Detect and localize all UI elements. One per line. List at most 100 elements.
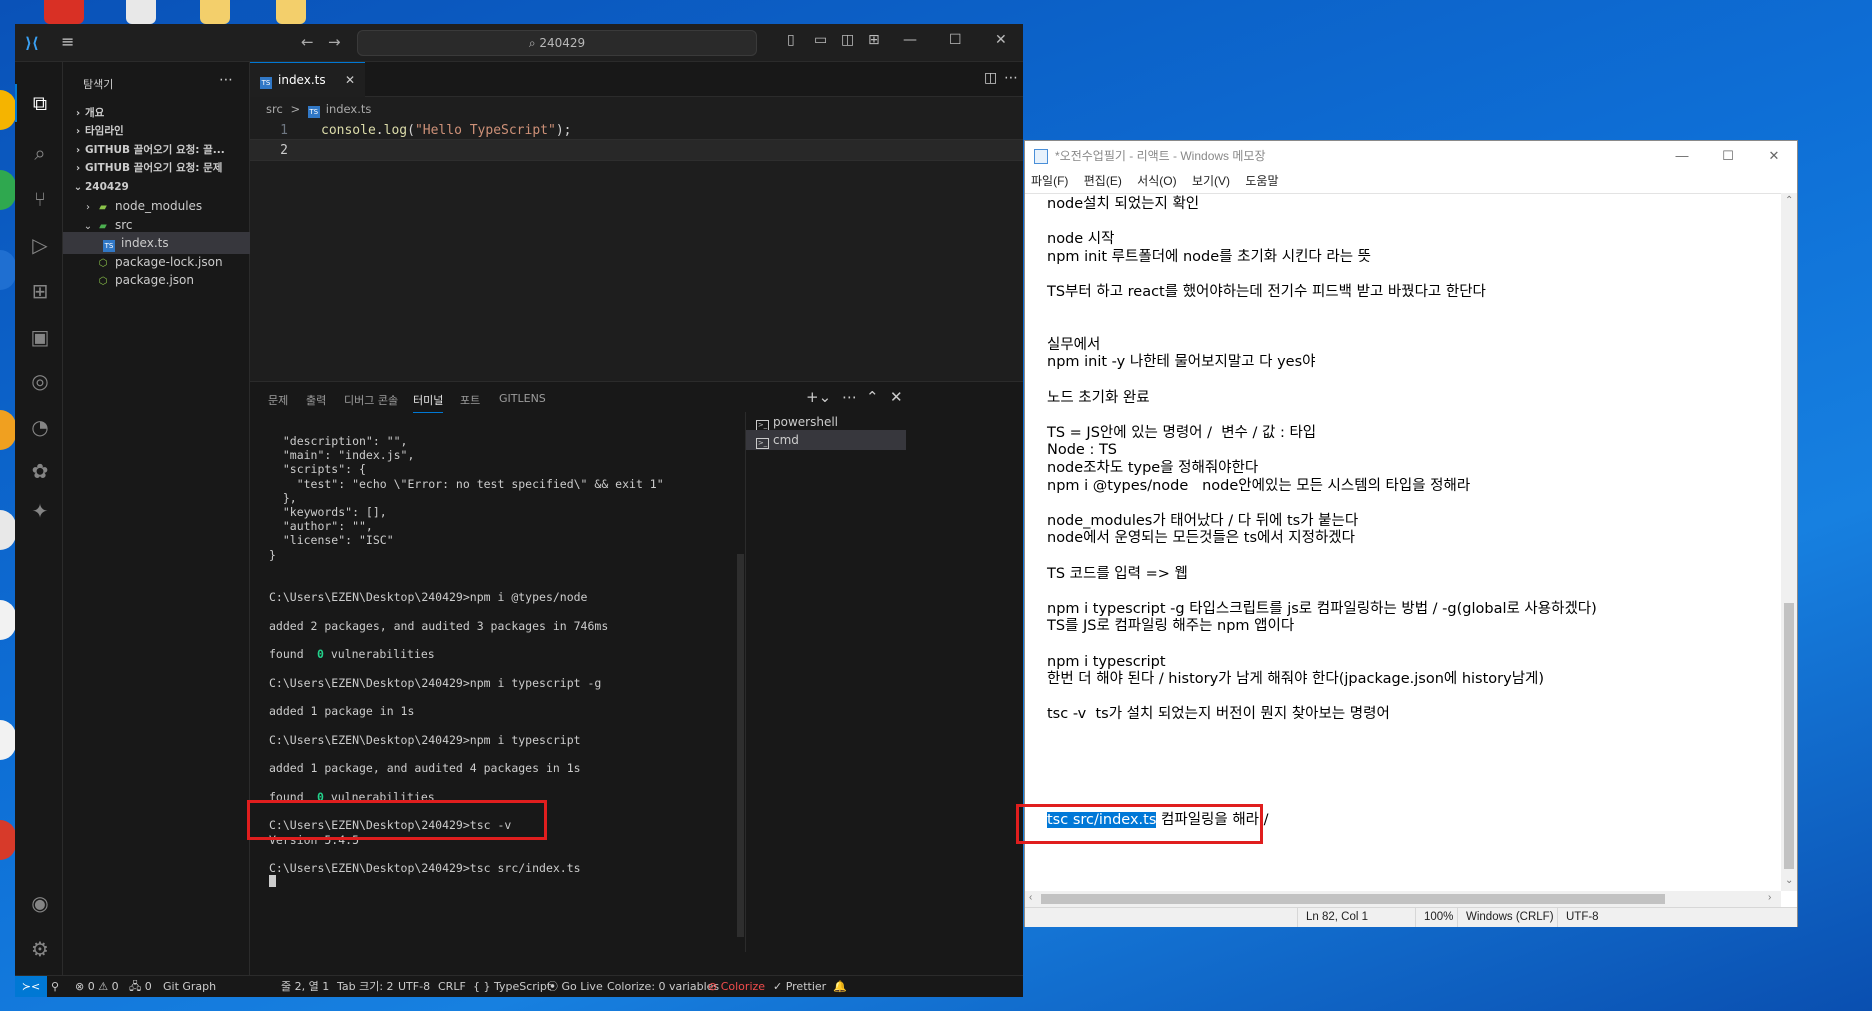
close-button[interactable]: ✕ xyxy=(1751,141,1797,171)
desktop-icon[interactable] xyxy=(126,0,156,24)
scroll-thumb[interactable] xyxy=(1041,894,1665,904)
accounts-icon[interactable]: ◉ xyxy=(27,890,53,916)
close-panel-icon[interactable]: ✕ xyxy=(890,388,903,406)
cursor-position[interactable]: 줄 2, 열 1 xyxy=(281,976,329,997)
terminal-list: >_ powershell >_ cmd xyxy=(745,412,906,952)
menu-view[interactable]: 보기(V) xyxy=(1192,174,1230,188)
toggle-panel-icon[interactable]: ▭ xyxy=(814,32,827,48)
desktop-icon[interactable] xyxy=(200,0,230,24)
explorer-icon[interactable]: ⧉ xyxy=(27,90,53,116)
prettier-status[interactable]: ✓ Prettier xyxy=(773,976,826,997)
colorize-variables[interactable]: Colorize: 0 variables xyxy=(607,976,719,997)
figma-icon[interactable]: ✿ xyxy=(27,458,53,484)
tab-size[interactable]: Tab 크기: 2 xyxy=(337,976,394,997)
split-editor-icon[interactable]: ◫ xyxy=(984,70,997,86)
maximize-button[interactable]: ☐ xyxy=(949,32,962,48)
tab-output[interactable]: 출력 xyxy=(306,392,326,408)
language-mode[interactable]: { } TypeScript xyxy=(473,976,551,997)
tab-gitlens[interactable]: GITLENS xyxy=(499,392,546,405)
terminal-item-cmd[interactable]: >_ cmd xyxy=(746,430,906,450)
desktop-icon[interactable] xyxy=(0,90,16,130)
menu-file[interactable]: 파일(F) xyxy=(1031,174,1068,188)
terminal-cursor xyxy=(269,875,276,889)
problems-status[interactable]: ⊗ 0 ⚠ 0 xyxy=(75,976,119,997)
terminal-line: added 1 package, and audited 4 packages … xyxy=(269,761,581,776)
more-actions-icon[interactable]: ⋯ xyxy=(1004,70,1018,86)
toggle-secondary-sidebar-icon[interactable]: ◫ xyxy=(841,32,854,48)
breadcrumb-file[interactable]: index.ts xyxy=(326,102,372,116)
menu-edit[interactable]: 편집(E) xyxy=(1084,174,1122,188)
new-terminal-icon[interactable]: +⌄ xyxy=(806,388,831,406)
gitlens-icon[interactable]: ◎ xyxy=(27,368,53,394)
terminal-line: "scripts": { xyxy=(269,462,366,477)
ai-tools-icon[interactable]: ✦ xyxy=(27,498,53,524)
more-actions-icon[interactable]: ⋯ xyxy=(219,72,233,88)
timeline-icon[interactable]: ◔ xyxy=(27,414,53,440)
desktop-edge xyxy=(0,0,16,1011)
colorize-button[interactable]: ⊘ Colorize xyxy=(708,976,765,997)
desktop-icon[interactable] xyxy=(0,510,16,550)
menu-icon[interactable]: ≡ xyxy=(61,32,74,51)
menu-format[interactable]: 서식(O) xyxy=(1137,174,1176,188)
zoom-level: 100% xyxy=(1415,908,1457,927)
command-center-search[interactable]: ⌕ 240429 xyxy=(357,30,757,56)
back-icon[interactable]: ← xyxy=(301,33,314,51)
more-actions-icon[interactable]: ⋯ xyxy=(842,388,857,406)
terminal-scrollbar[interactable] xyxy=(737,554,744,937)
remote-explorer-icon[interactable]: ▣ xyxy=(27,324,53,350)
git-icon[interactable]: ⚲ xyxy=(51,976,59,997)
run-debug-icon[interactable]: ▷ xyxy=(27,232,53,258)
notepad-title: *오전수업필기 - 리액트 - Windows 메모장 xyxy=(1055,149,1266,163)
minimize-button[interactable]: — xyxy=(1659,141,1705,171)
notifications-icon[interactable]: 🔔 xyxy=(833,976,847,997)
desktop-icon[interactable] xyxy=(0,170,16,210)
toggle-sidebar-icon[interactable]: ▯ xyxy=(787,32,795,48)
desktop-icon[interactable] xyxy=(44,0,84,24)
scroll-up-icon[interactable]: ⌃ xyxy=(1785,195,1793,206)
go-live-button[interactable]: ⦿ Go Live xyxy=(547,976,603,997)
minimize-button[interactable]: — xyxy=(903,32,917,48)
git-graph-status[interactable]: Git Graph xyxy=(163,976,216,997)
desktop-icon[interactable] xyxy=(0,600,16,640)
tab-debug-console[interactable]: 디버그 콘솔 xyxy=(344,392,398,408)
tree-file-package-json[interactable]: ⬡ package.json xyxy=(63,269,250,291)
scroll-thumb[interactable] xyxy=(1784,603,1794,869)
remote-icon[interactable]: ≻< xyxy=(15,976,47,997)
horizontal-scrollbar[interactable]: ‹ › xyxy=(1025,891,1781,907)
customize-layout-icon[interactable]: ⊞ xyxy=(868,32,880,48)
forward-icon[interactable]: → xyxy=(328,33,341,51)
desktop-icon[interactable] xyxy=(276,0,306,24)
encoding-status[interactable]: UTF-8 xyxy=(398,976,430,997)
code-editor[interactable]: 1 console.log("Hello TypeScript"); 2 xyxy=(250,120,1023,370)
breadcrumb-folder[interactable]: src xyxy=(266,102,283,116)
eol-status[interactable]: CRLF xyxy=(438,976,466,997)
settings-gear-icon[interactable]: ⚙ xyxy=(27,936,53,962)
close-tab-icon[interactable]: ✕ xyxy=(345,63,355,97)
extensions-icon[interactable]: ⊞ xyxy=(27,278,53,304)
source-control-icon[interactable]: ⑂ xyxy=(27,186,53,212)
vertical-scrollbar[interactable]: ⌃ ⌄ xyxy=(1781,193,1797,891)
desktop-icon[interactable] xyxy=(0,720,16,760)
desktop-icon[interactable] xyxy=(0,410,16,450)
close-button[interactable]: ✕ xyxy=(995,32,1007,48)
terminal-item-powershell[interactable]: >_ powershell xyxy=(746,412,906,432)
scroll-down-icon[interactable]: ⌄ xyxy=(1785,875,1793,886)
desktop-icon[interactable] xyxy=(0,820,16,860)
scroll-left-icon[interactable]: ‹ xyxy=(1029,892,1032,903)
maximize-button[interactable]: ☐ xyxy=(1705,141,1751,171)
tab-index-ts[interactable]: TS index.ts ✕ xyxy=(250,62,365,97)
search-icon[interactable]: ⌕ xyxy=(27,140,53,166)
terminal-line: added 2 packages, and audited 3 packages… xyxy=(269,618,609,633)
notepad-text-area[interactable]: tsc src/index.ts 컴파일링을 해라 / node설치 되었는지 … xyxy=(1025,193,1781,873)
terminal-line: C:\Users\EZEN\Desktop\240429>tsc src/ind… xyxy=(269,861,581,876)
scroll-right-icon[interactable]: › xyxy=(1768,892,1771,903)
maximize-panel-icon[interactable]: ⌃ xyxy=(866,388,879,406)
tab-terminal[interactable]: 터미널 xyxy=(413,392,444,413)
desktop-icon[interactable] xyxy=(0,250,16,290)
tab-problems[interactable]: 문제 xyxy=(268,392,288,408)
menu-help[interactable]: 도움말 xyxy=(1245,174,1278,188)
tab-ports[interactable]: 포트 xyxy=(460,392,480,408)
ports-status[interactable]: 🖧 0 xyxy=(129,976,152,997)
text-line: node설치 되었는지 확인 xyxy=(1047,196,1200,212)
terminal-line: found xyxy=(269,647,311,662)
